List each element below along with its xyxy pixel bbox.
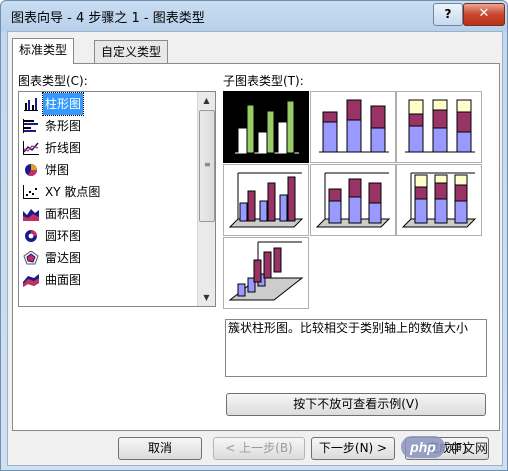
line-chart-icon [23,141,39,155]
list-item-label: 曲面图 [45,273,82,287]
list-item-pie[interactable]: 饼图 [20,159,196,181]
dialog-client-area: 标准类型 自定义类型 图表类型(C): 柱形图 条形图 折线图 饼图 XY 散点… [7,31,503,466]
scroll-thumb[interactable]: ≡ [199,110,215,222]
subtype-description: 簇状柱形图。比较相交于类别轴上的数值大小 [228,321,469,335]
title-bar: 图表向导 - 4 步骤之 1 - 图表类型 ? ✕ [1,1,507,31]
list-item-label: 面积图 [45,207,82,221]
clustered-column-preview [235,100,299,154]
list-item-label: 雷达图 [45,251,82,265]
area-chart-icon [23,209,39,221]
chart-type-listbox[interactable]: 柱形图 条形图 折线图 饼图 XY 散点图 面积图 圆环图 雷达图 曲面图 ▲ … [18,91,216,307]
subtype-3d-clustered-column[interactable] [223,164,309,236]
list-item-doughnut[interactable]: 圆环图 [20,225,196,247]
svg-text:php: php [409,439,436,455]
tab-custom-types[interactable]: 自定义类型 [94,40,169,63]
list-item-label: 饼图 [45,163,70,177]
subtype-3d-100-stacked-column[interactable] [396,164,482,236]
list-item-label: 折线图 [45,141,82,155]
scroll-down-icon[interactable]: ▼ [198,289,215,306]
scroll-up-icon[interactable]: ▲ [198,92,215,109]
tab-standard-types[interactable]: 标准类型 [12,38,75,64]
subtype-label: 子图表类型(T): [223,74,304,88]
list-item-bar[interactable]: 条形图 [20,115,196,137]
scatter-chart-icon [23,185,39,199]
subtype-100-stacked-column[interactable] [396,91,482,163]
3d-stacked-column-preview [315,172,391,228]
list-item-label: 柱形图 [41,92,85,116]
subtype-grid [223,91,485,313]
subtype-3d-column[interactable] [223,237,309,309]
list-item-line[interactable]: 折线图 [20,137,196,159]
stacked-column-preview [319,99,389,153]
watermark-text: 中文网 [449,442,489,457]
3d-100-stacked-column-preview [401,172,477,228]
surface-chart-icon [23,274,39,287]
100-stacked-column-preview [405,99,475,153]
press-to-view-sample-button[interactable]: 按下不放可查看示例(V) [226,393,486,416]
list-item-column[interactable]: 柱形图 [20,92,196,116]
list-item-scatter[interactable]: XY 散点图 [20,181,196,203]
subtype-stacked-column[interactable] [310,91,396,163]
list-item-radar[interactable]: 雷达图 [20,247,196,269]
subtype-clustered-column[interactable] [223,91,309,163]
grip-icon: ≡ [204,160,211,169]
pie-chart-icon [25,164,37,177]
help-button[interactable]: ? [433,3,463,26]
3d-column-preview [228,241,304,301]
tab-panel: 图表类型(C): 柱形图 条形图 折线图 饼图 XY 散点图 面积图 圆环图 雷… [12,63,500,431]
column-chart-icon [24,98,38,111]
doughnut-chart-icon [25,230,37,242]
radar-chart-icon [23,251,39,265]
window-title: 图表向导 - 4 步骤之 1 - 图表类型 [11,11,205,26]
list-item-surface[interactable]: 曲面图 [20,269,196,291]
subtype-description-box: 簇状柱形图。比较相交于类别轴上的数值大小 [225,319,487,377]
list-scrollbar[interactable]: ▲ ≡ ▼ [197,92,215,306]
next-button[interactable]: 下一步(N) > [311,437,395,460]
3d-clustered-column-preview [228,172,304,228]
chart-wizard-dialog: 图表向导 - 4 步骤之 1 - 图表类型 ? ✕ 标准类型 自定义类型 图表类… [0,0,508,471]
cancel-button[interactable]: 取消 [118,437,202,460]
chart-type-label: 图表类型(C): [18,74,88,88]
subtype-3d-stacked-column[interactable] [310,164,396,236]
back-button[interactable]: < 上一步(B) [213,437,305,460]
list-item-label: 条形图 [45,119,82,133]
list-item-label: XY 散点图 [45,185,101,199]
list-item-label: 圆环图 [45,229,82,243]
close-button[interactable]: ✕ [463,3,505,26]
list-item-area[interactable]: 面积图 [20,203,196,225]
watermark: php 中文网 [399,432,503,462]
bar-chart-icon [23,119,38,133]
